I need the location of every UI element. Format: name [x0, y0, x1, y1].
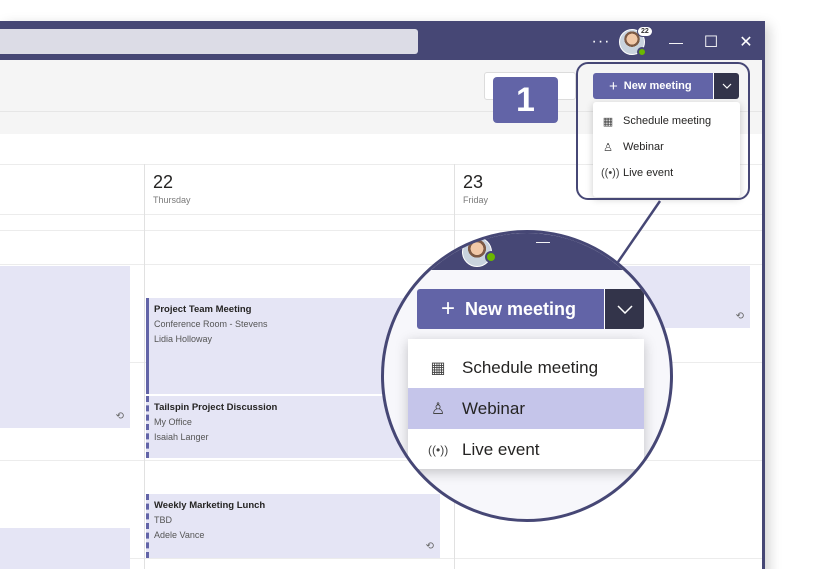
minimize-icon: —	[536, 233, 550, 249]
maximize-button[interactable]: ☐	[697, 24, 725, 60]
day-header-thursday[interactable]: 22 Thursday	[145, 164, 191, 214]
event-organizer: Isaiah Langer	[154, 432, 209, 442]
more-options-button[interactable]: ···	[587, 24, 615, 60]
minimize-button[interactable]: —	[662, 24, 690, 60]
calendar-event[interactable]: Tailspin Project Discussion My Office Is…	[146, 396, 416, 458]
screenshot-stage: ··· 22 — ☐ ✕ ow + New meeting	[0, 0, 824, 569]
day-header-friday[interactable]: 23 Friday	[455, 164, 488, 214]
close-button[interactable]: ✕	[732, 24, 760, 60]
zoom-dropdown-button[interactable]	[604, 289, 644, 329]
presence-available-icon	[637, 47, 647, 57]
calendar-event[interactable]: Project Team Meeting Conference Room - S…	[146, 298, 416, 394]
zoom-new-meeting-button[interactable]: + New meeting	[417, 289, 604, 329]
chevron-down-icon	[616, 304, 633, 314]
step-number-badge: 1	[493, 77, 558, 123]
calendar-icon: ▦	[430, 359, 446, 377]
event-location: My Office	[154, 417, 192, 427]
zoom-dropdown-menu: ▦ Schedule meeting ♙ Webinar ((•)) Live …	[408, 339, 644, 469]
highlight-outline	[576, 62, 750, 200]
search-bar[interactable]	[0, 29, 418, 54]
menu-item-live-event[interactable]: ((•)) Live event	[408, 429, 644, 470]
zoom-magnifier: — + New meeting ▦ Schedule meeting ♙ Web…	[381, 230, 673, 522]
zoom-title-bar: —	[384, 233, 670, 270]
event-organizer: Lidia Holloway	[154, 334, 213, 344]
menu-item-schedule-meeting[interactable]: ▦ Schedule meeting	[408, 347, 644, 388]
day-number: 23	[463, 172, 484, 192]
menu-item-webinar[interactable]: ♙ Webinar	[408, 388, 644, 429]
calendar-event[interactable]: ⟲	[0, 266, 130, 428]
presence-available-icon	[485, 251, 497, 263]
recurring-icon: ⟲	[425, 541, 434, 552]
event-organizer: Adele Vance	[154, 530, 205, 540]
plus-icon: +	[441, 295, 456, 322]
event-location: Conference Room - Stevens	[154, 319, 268, 329]
menu-item-label: Webinar	[462, 398, 525, 418]
calendar-event[interactable]: ⟲	[0, 528, 130, 569]
webinar-icon: ♙	[430, 400, 446, 418]
event-title: Tailspin Project Discussion	[154, 402, 278, 413]
recurring-icon: ⟲	[115, 411, 124, 422]
day-number: 22	[153, 172, 174, 192]
menu-item-label: Schedule meeting	[462, 357, 599, 377]
title-bar: ··· 22 — ☐ ✕	[0, 24, 762, 60]
new-meeting-label: New meeting	[465, 298, 577, 319]
broadcast-icon: ((•))	[428, 442, 449, 457]
menu-item-label: Live event	[462, 439, 540, 459]
recurring-icon: ⟲	[735, 311, 744, 322]
day-name: Friday	[463, 195, 489, 205]
notification-count-badge: 22	[637, 26, 653, 37]
profile-avatar[interactable]: 22	[619, 26, 653, 57]
event-title: Project Team Meeting	[154, 304, 252, 315]
day-name: Thursday	[153, 195, 191, 205]
